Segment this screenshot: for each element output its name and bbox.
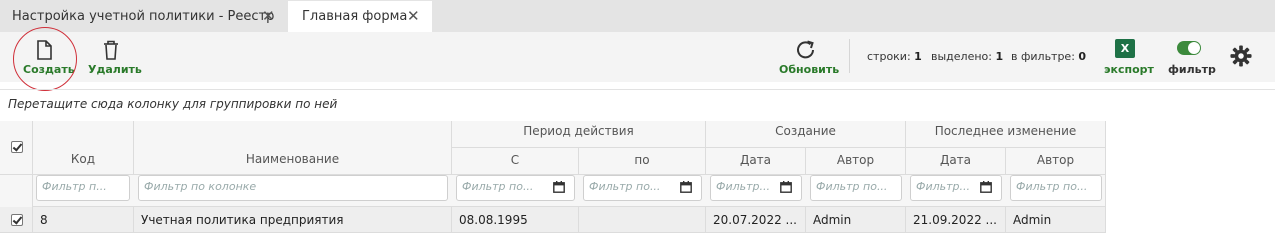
cell-to[interactable] — [579, 207, 706, 233]
calendar-icon[interactable] — [680, 181, 692, 193]
group-drop-area[interactable]: Перетащите сюда колонку для группировки … — [0, 89, 1275, 122]
select-all-checkbox[interactable] — [11, 141, 23, 153]
row-checkbox[interactable] — [11, 214, 23, 226]
refresh-button[interactable]: Обновить — [776, 32, 840, 82]
calendar-icon[interactable] — [980, 181, 992, 193]
filtered-counter: в фильтре: 0 — [1011, 50, 1087, 63]
column-header-created-author[interactable]: Автор — [806, 148, 906, 175]
cell-code[interactable]: 8 — [33, 207, 134, 233]
refresh-icon — [797, 40, 814, 59]
column-header-created-date[interactable]: Дата — [706, 148, 806, 175]
filter-input-code[interactable]: Фильтр п... — [36, 175, 130, 201]
toolbar-divider — [849, 39, 850, 73]
tab-bar: Настройка учетной политики - Реестр ✕ Гл… — [0, 0, 1275, 32]
delete-label: Удалить — [88, 63, 142, 76]
rows-counter: строки: 1 — [867, 50, 922, 63]
cell-name[interactable]: Учетная политика предприятия — [134, 207, 452, 233]
group-header-created: Создание — [706, 121, 906, 148]
delete-button[interactable]: Удалить — [84, 32, 142, 82]
selected-counter: выделено: 1 — [931, 50, 1004, 63]
group-header-period: Период действия — [452, 121, 706, 148]
gear-icon[interactable] — [1230, 45, 1252, 67]
cell-created-author[interactable]: Admin — [806, 207, 906, 233]
column-header-from[interactable]: С — [452, 148, 579, 175]
column-header-modified-author[interactable]: Автор — [1006, 148, 1106, 175]
filter-label: фильтр — [1168, 63, 1216, 76]
filter-input-created-author[interactable]: Фильтр по... — [810, 175, 902, 201]
trash-icon — [104, 40, 118, 60]
highlight-circle — [13, 27, 77, 91]
cell-created-date[interactable]: 20.07.2022 ... — [706, 207, 806, 233]
refresh-label: Обновить — [779, 63, 840, 76]
filter-input-modified-author[interactable]: Фильтр по... — [1010, 175, 1102, 201]
group-header-modified: Последнее изменение — [906, 121, 1106, 148]
filter-row-spacer — [0, 175, 33, 207]
cell-from[interactable]: 08.08.1995 — [452, 207, 579, 233]
column-header-code[interactable]: Код — [33, 121, 134, 175]
column-header-to[interactable]: по — [579, 148, 706, 175]
tab-label: Настройка учетной политики - Реестр — [12, 9, 275, 24]
column-header-name[interactable]: Наименование — [134, 121, 452, 175]
excel-icon: X — [1115, 39, 1135, 58]
filter-input-name[interactable]: Фильтр по колонке — [138, 175, 448, 201]
calendar-icon[interactable] — [553, 181, 565, 193]
tab-main-form[interactable]: Главная форма ✕ — [288, 1, 432, 32]
close-icon[interactable]: ✕ — [407, 9, 420, 24]
toggle-knob — [1188, 42, 1200, 54]
cell-modified-date[interactable]: 21.09.2022 ... — [906, 207, 1006, 233]
group-hint: Перетащите сюда колонку для группировки … — [8, 97, 338, 111]
cell-modified-author[interactable]: Admin — [1006, 207, 1106, 233]
calendar-icon[interactable] — [780, 181, 792, 193]
export-label: экспорт — [1104, 63, 1154, 76]
filter-toggle[interactable] — [1177, 41, 1201, 55]
column-header-modified-date[interactable]: Дата — [906, 148, 1006, 175]
tab-label: Главная форма — [302, 9, 408, 24]
close-icon[interactable]: ✕ — [262, 9, 275, 24]
